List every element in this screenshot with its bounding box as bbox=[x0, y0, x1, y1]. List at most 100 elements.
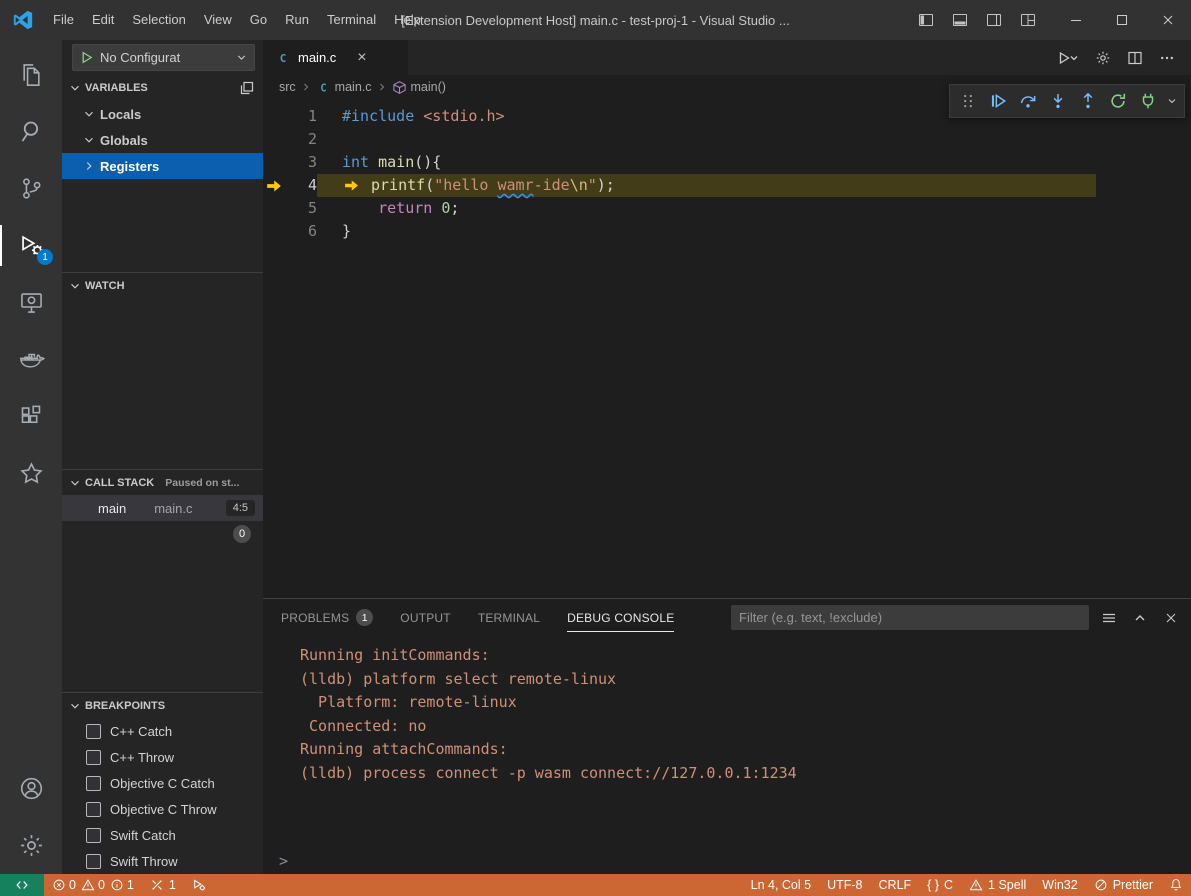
collapse-all-icon[interactable] bbox=[239, 80, 255, 96]
breakpoint-swift-catch[interactable]: Swift Catch bbox=[62, 822, 263, 848]
window-close-button[interactable] bbox=[1145, 0, 1191, 40]
menu-file[interactable]: File bbox=[44, 7, 83, 33]
breakpoint-checkbox[interactable] bbox=[86, 802, 101, 817]
breadcrumb-folder[interactable]: src bbox=[279, 80, 296, 94]
console-filter-box[interactable] bbox=[731, 605, 1089, 630]
layout-sidebar-left-icon bbox=[918, 12, 934, 28]
continue-icon[interactable] bbox=[985, 88, 1011, 114]
layout-toggle-layout-grid-icon[interactable] bbox=[1013, 0, 1043, 40]
console-input-row[interactable]: > bbox=[263, 848, 1191, 874]
breadcrumb-file[interactable]: main.c bbox=[335, 80, 372, 94]
call-stack-section-header[interactable]: CALL STACK Paused on st... bbox=[62, 469, 263, 495]
code-line-5[interactable]: 5 return 0; bbox=[263, 197, 1191, 220]
variables-item-locals[interactable]: Locals bbox=[62, 101, 263, 127]
problems-status[interactable]: 0 0 1 bbox=[44, 874, 142, 896]
language-mode[interactable]: { } C bbox=[919, 874, 961, 896]
breakpoint-checkbox[interactable] bbox=[86, 828, 101, 843]
menu-selection[interactable]: Selection bbox=[123, 7, 194, 33]
activity-star[interactable] bbox=[0, 445, 62, 502]
split-editor-icon[interactable] bbox=[1127, 50, 1143, 66]
spell-status[interactable]: 1 Spell bbox=[961, 874, 1034, 896]
breakpoint-objective-c-catch[interactable]: Objective C Catch bbox=[62, 770, 263, 796]
window-restore-button[interactable] bbox=[1099, 0, 1145, 40]
gear-icon[interactable] bbox=[1095, 50, 1111, 66]
code-line-2[interactable]: 2 bbox=[263, 128, 1191, 151]
restart-icon[interactable] bbox=[1105, 88, 1131, 114]
menu-run[interactable]: Run bbox=[276, 7, 318, 33]
code-line-4[interactable]: 4printf("hello wamr-ide\n"); bbox=[263, 174, 1191, 197]
activity-search[interactable] bbox=[0, 103, 62, 160]
menu-terminal[interactable]: Terminal bbox=[318, 7, 385, 33]
breakpoint-checkbox[interactable] bbox=[86, 750, 101, 765]
activity-docker[interactable] bbox=[0, 331, 62, 388]
panel-tab-debug-console[interactable]: DEBUG CONSOLE bbox=[567, 599, 674, 636]
menu-help[interactable]: Help bbox=[385, 7, 430, 33]
activity-source-control[interactable] bbox=[0, 160, 62, 217]
platform-indicator[interactable]: Win32 bbox=[1034, 874, 1085, 896]
start-debug-icon[interactable] bbox=[79, 50, 94, 65]
variables-item-globals[interactable]: Globals bbox=[62, 127, 263, 153]
step-over-icon[interactable] bbox=[1015, 88, 1041, 114]
code-editor[interactable]: 1#include <stdio.h>23int main(){4printf(… bbox=[263, 99, 1191, 598]
step-out-icon[interactable] bbox=[1075, 88, 1101, 114]
encoding-indicator[interactable]: UTF-8 bbox=[819, 874, 870, 896]
cursor-position[interactable]: Ln 4, Col 5 bbox=[743, 874, 819, 896]
breakpoints-section-header[interactable]: BREAKPOINTS bbox=[62, 692, 263, 718]
watch-section-header[interactable]: WATCH bbox=[62, 272, 263, 298]
panel-tab-terminal[interactable]: TERMINAL bbox=[478, 599, 540, 636]
breadcrumb-symbol[interactable]: main() bbox=[411, 80, 446, 94]
panel-menu-icon[interactable] bbox=[1101, 610, 1117, 626]
breakpoint-checkbox[interactable] bbox=[86, 854, 101, 869]
activity-explorer[interactable] bbox=[0, 46, 62, 103]
code-line-3[interactable]: 3int main(){ bbox=[263, 151, 1191, 174]
panel-tab-problems[interactable]: PROBLEMS1 bbox=[281, 599, 373, 636]
remote-indicator[interactable] bbox=[0, 874, 44, 896]
breakpoint-checkbox[interactable] bbox=[86, 776, 101, 791]
tools-status[interactable]: 1 bbox=[142, 874, 184, 896]
gripper-icon[interactable] bbox=[955, 88, 981, 114]
layout-toggle-layout-sidebar-right-icon[interactable] bbox=[979, 0, 1009, 40]
chevron-down-icon[interactable] bbox=[1165, 88, 1179, 114]
panel-tab-output[interactable]: OUTPUT bbox=[400, 599, 451, 636]
breakpoint-checkbox[interactable] bbox=[86, 724, 101, 739]
menu-view[interactable]: View bbox=[195, 7, 241, 33]
notifications-bell[interactable] bbox=[1161, 874, 1191, 896]
run-dropdown-icon[interactable] bbox=[1057, 50, 1079, 66]
menu-edit[interactable]: Edit bbox=[83, 7, 123, 33]
layout-toggle-layout-sidebar-left-icon[interactable] bbox=[911, 0, 941, 40]
tools-count: 1 bbox=[169, 878, 176, 892]
disconnect-icon[interactable] bbox=[1135, 88, 1161, 114]
window-minimize-button[interactable] bbox=[1053, 0, 1099, 40]
chevron-down-icon bbox=[1166, 95, 1178, 107]
breakpoint-c-catch[interactable]: C++ Catch bbox=[62, 718, 263, 744]
variables-section-header[interactable]: VARIABLES bbox=[62, 75, 263, 101]
tools-icon bbox=[150, 878, 164, 892]
step-into-icon[interactable] bbox=[1045, 88, 1071, 114]
close-tab-icon[interactable]: × bbox=[357, 50, 366, 66]
bell-icon bbox=[1169, 878, 1183, 892]
tab-main-c[interactable]: C main.c × bbox=[263, 40, 408, 75]
activity-remote-explorer[interactable] bbox=[0, 274, 62, 331]
debug-config-dropdown[interactable]: No Configurat bbox=[72, 44, 255, 71]
activity-debug[interactable]: 1 bbox=[0, 217, 62, 274]
code-line-6[interactable]: 6} bbox=[263, 220, 1191, 243]
close-icon[interactable] bbox=[1163, 610, 1179, 626]
call-stack-frame[interactable]: main main.c 4:5 bbox=[62, 495, 263, 521]
formatter-status[interactable]: Prettier bbox=[1086, 874, 1161, 896]
eol-indicator[interactable]: CRLF bbox=[871, 874, 920, 896]
continue-icon bbox=[989, 92, 1007, 110]
chevron-up-icon[interactable] bbox=[1132, 610, 1148, 626]
filter-input[interactable] bbox=[739, 610, 1081, 625]
debug-status[interactable] bbox=[184, 874, 214, 896]
layout-toggle-layout-panel-icon[interactable] bbox=[945, 0, 975, 40]
warning-icon bbox=[969, 878, 983, 892]
breakpoint-objective-c-throw[interactable]: Objective C Throw bbox=[62, 796, 263, 822]
activity-settings-gear[interactable] bbox=[0, 817, 62, 874]
breakpoint-swift-throw[interactable]: Swift Throw bbox=[62, 848, 263, 874]
activity-account[interactable] bbox=[0, 760, 62, 817]
breakpoint-c-throw[interactable]: C++ Throw bbox=[62, 744, 263, 770]
menu-go[interactable]: Go bbox=[241, 7, 276, 33]
ellipsis-icon[interactable] bbox=[1159, 50, 1175, 66]
variables-item-registers[interactable]: Registers bbox=[62, 153, 263, 179]
activity-extensions[interactable] bbox=[0, 388, 62, 445]
